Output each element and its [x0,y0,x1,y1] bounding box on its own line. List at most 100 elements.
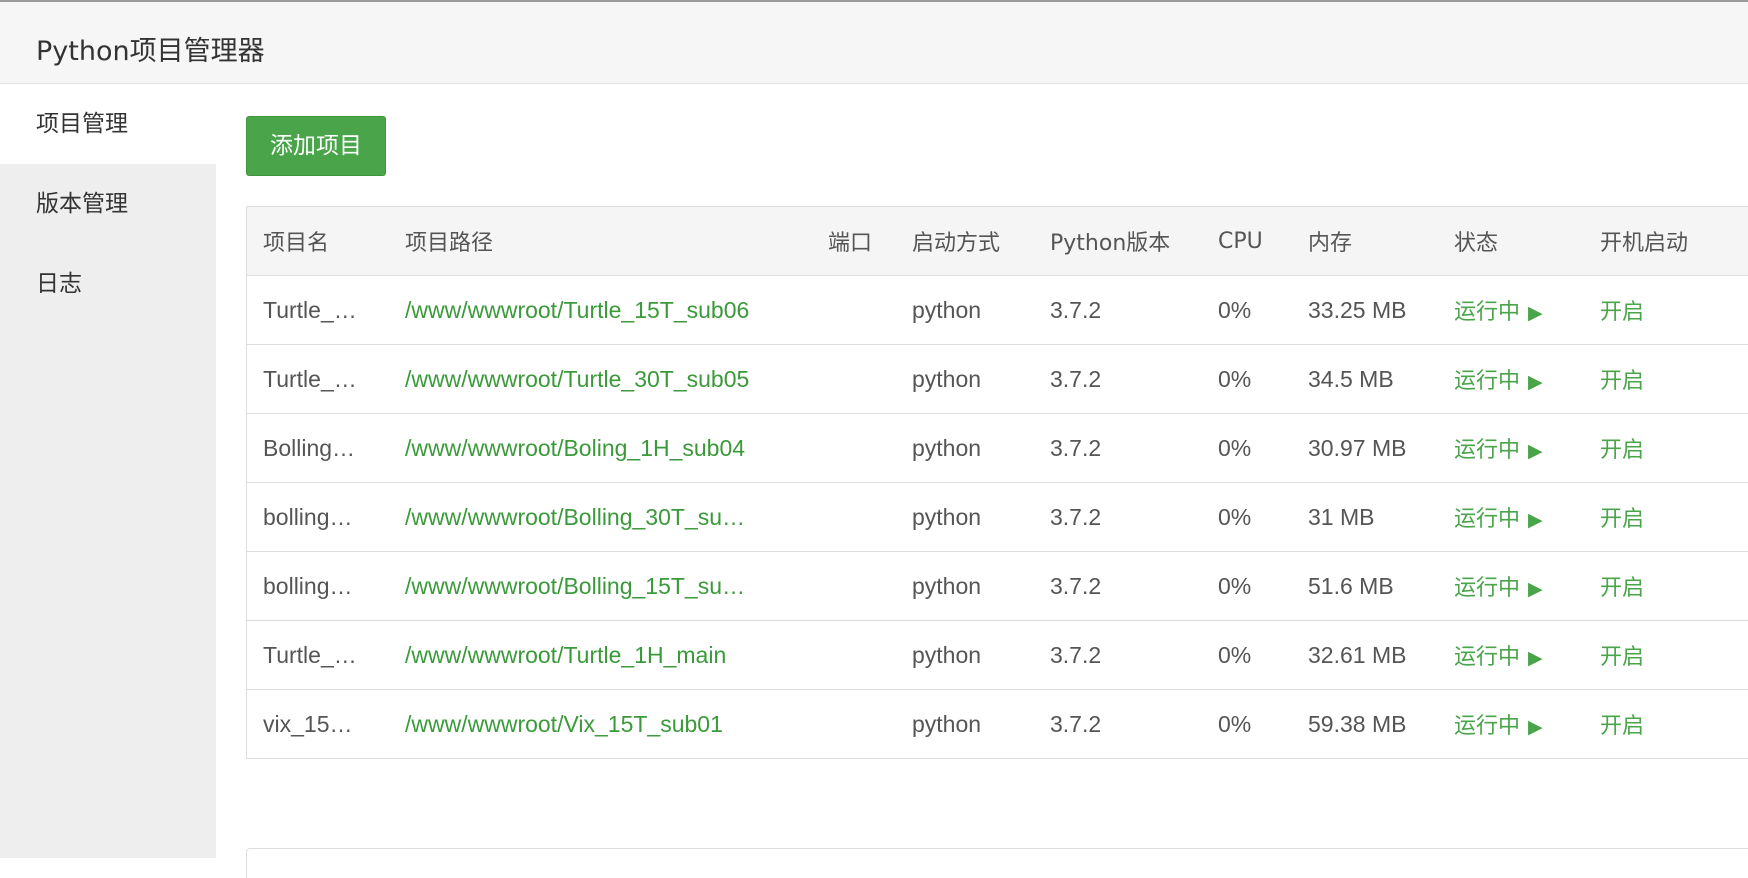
column-header-autostart: 开机启动 [1600,231,1689,256]
column-header-name: 项目名 [263,231,330,256]
autostart-toggle[interactable]: 开启 [1584,276,1748,345]
table-row: vix_15… /www/wwwroot/Vix_15T_sub01 pytho… [247,689,1748,759]
project-status-toggle[interactable]: 运行中 ▶ [1438,414,1584,483]
project-name: Turtle_… [263,641,357,668]
play-icon: ▶ [1528,716,1543,738]
play-icon: ▶ [1528,578,1543,600]
project-memory: 34.5 MB [1308,365,1394,392]
column-header-path: 项目路径 [405,231,494,256]
table-row: bolling… /www/wwwroot/Bolling_30T_su… py… [247,482,1748,552]
project-start-mode: python [912,296,982,323]
autostart-toggle[interactable]: 开启 [1584,345,1748,414]
play-icon: ▶ [1528,440,1543,462]
project-cpu: 0% [1218,572,1252,599]
sidebar-item-project-management[interactable]: 项目管理 [0,84,216,164]
play-icon: ▶ [1528,371,1543,393]
project-cpu: 0% [1218,365,1252,392]
project-status-toggle[interactable]: 运行中 ▶ [1438,621,1584,690]
project-status-toggle[interactable]: 运行中 ▶ [1438,345,1584,414]
autostart-toggle[interactable]: 开启 [1584,483,1748,552]
bottom-panel [246,848,1748,878]
project-python-version: 3.7.2 [1050,296,1102,323]
project-path-link[interactable]: /www/wwwroot/Boling_1H_sub04 [389,414,812,483]
project-python-version: 3.7.2 [1050,503,1102,530]
project-memory: 33.25 MB [1308,296,1407,323]
project-start-mode: python [912,641,982,668]
project-start-mode: python [912,710,982,737]
project-start-mode: python [912,503,982,530]
project-memory: 30.97 MB [1308,434,1407,461]
project-path-link[interactable]: /www/wwwroot/Turtle_30T_sub05 [389,345,812,414]
play-icon: ▶ [1528,509,1543,531]
status-label: 运行中 [1454,369,1521,394]
column-header-start-mode: 启动方式 [912,231,1001,256]
project-path-link[interactable]: /www/wwwroot/Vix_15T_sub01 [389,690,812,759]
project-start-mode: python [912,434,982,461]
table-row: Turtle_… /www/wwwroot/Turtle_15T_sub06 p… [247,275,1748,345]
project-path-link[interactable]: /www/wwwroot/Bolling_30T_su… [389,483,812,552]
project-status-toggle[interactable]: 运行中 ▶ [1438,552,1584,621]
project-path-link[interactable]: /www/wwwroot/Turtle_15T_sub06 [389,276,812,345]
project-port [812,483,896,552]
column-header-python-version: Python版本 [1050,231,1171,256]
app-title: Python项目管理器 [36,36,265,67]
project-python-version: 3.7.2 [1050,365,1102,392]
project-cpu: 0% [1218,503,1252,530]
project-memory: 31 MB [1308,503,1375,530]
column-header-cpu: CPU [1218,228,1263,254]
project-status-toggle[interactable]: 运行中 ▶ [1438,483,1584,552]
status-label: 运行中 [1454,576,1521,601]
project-name: bolling… [263,503,353,530]
project-port [812,621,896,690]
project-status-toggle[interactable]: 运行中 ▶ [1438,276,1584,345]
project-memory: 32.61 MB [1308,641,1407,668]
project-table: 项目名 项目路径 端口 启动方式 Python版本 CPU 内存 状态 开机启动… [246,206,1748,759]
project-memory: 51.6 MB [1308,572,1394,599]
project-start-mode: python [912,572,982,599]
project-port [812,552,896,621]
play-icon: ▶ [1528,302,1543,324]
sidebar-item-logs[interactable]: 日志 [0,244,216,324]
status-label: 运行中 [1454,300,1521,325]
project-port [812,345,896,414]
project-python-version: 3.7.2 [1050,710,1102,737]
project-memory: 59.38 MB [1308,710,1407,737]
project-cpu: 0% [1218,296,1252,323]
project-python-version: 3.7.2 [1050,572,1102,599]
table-header-row: 项目名 项目路径 端口 启动方式 Python版本 CPU 内存 状态 开机启动 [247,207,1748,276]
sidebar: 项目管理 版本管理 日志 [0,84,216,858]
table-row: Turtle_… /www/wwwroot/Turtle_30T_sub05 p… [247,344,1748,414]
project-cpu: 0% [1218,710,1252,737]
autostart-toggle[interactable]: 开启 [1584,690,1748,759]
sidebar-item-version-management[interactable]: 版本管理 [0,164,216,244]
status-label: 运行中 [1454,507,1521,532]
project-path-link[interactable]: /www/wwwroot/Turtle_1H_main [389,621,812,690]
project-status-toggle[interactable]: 运行中 ▶ [1438,690,1584,759]
add-project-button[interactable]: 添加项目 [246,116,386,176]
app-header: Python项目管理器 [0,2,1748,84]
column-header-memory: 内存 [1308,231,1353,256]
play-icon: ▶ [1528,647,1543,669]
column-header-port: 端口 [828,231,873,256]
autostart-toggle[interactable]: 开启 [1584,414,1748,483]
project-path-link[interactable]: /www/wwwroot/Bolling_15T_su… [389,552,812,621]
autostart-toggle[interactable]: 开启 [1584,621,1748,690]
project-name: bolling… [263,572,353,599]
project-name: vix_15… [263,710,353,737]
project-start-mode: python [912,365,982,392]
status-label: 运行中 [1454,438,1521,463]
status-label: 运行中 [1454,714,1521,739]
project-cpu: 0% [1218,434,1252,461]
project-name: Bolling… [263,434,356,461]
status-label: 运行中 [1454,645,1521,670]
project-python-version: 3.7.2 [1050,434,1102,461]
table-row: Turtle_… /www/wwwroot/Turtle_1H_main pyt… [247,620,1748,690]
project-python-version: 3.7.2 [1050,641,1102,668]
project-name: Turtle_… [263,296,357,323]
column-header-status: 状态 [1454,231,1499,256]
project-name: Turtle_… [263,365,357,392]
autostart-toggle[interactable]: 开启 [1584,552,1748,621]
project-cpu: 0% [1218,641,1252,668]
project-port [812,276,896,345]
table-row: Bolling… /www/wwwroot/Boling_1H_sub04 py… [247,413,1748,483]
